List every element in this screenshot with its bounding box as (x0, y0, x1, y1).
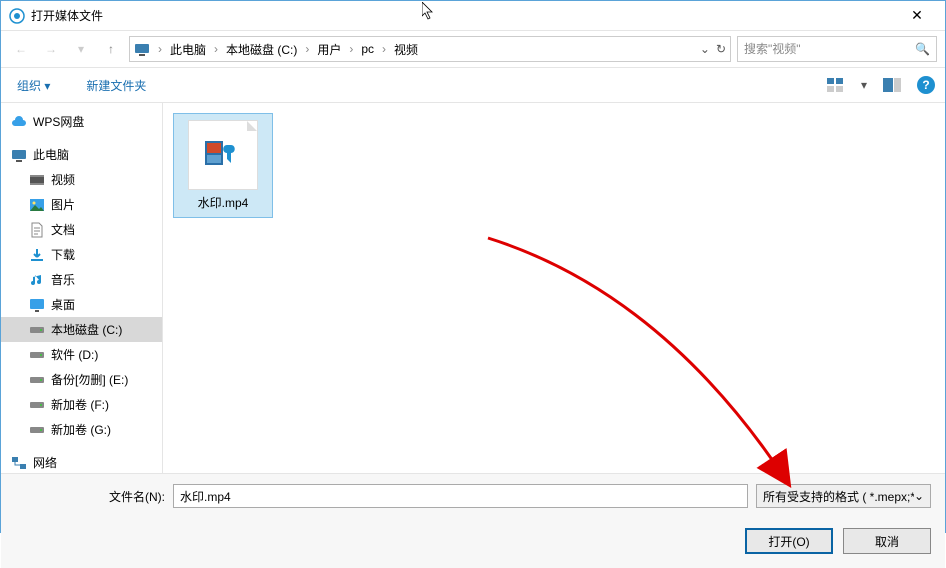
annotation-arrow-icon (483, 233, 803, 493)
sidebar-label: 图片 (51, 196, 75, 213)
sidebar-label: 文档 (51, 221, 75, 238)
breadcrumb-item[interactable]: 本地磁盘 (C:) (222, 39, 301, 60)
cursor-icon (422, 2, 436, 20)
document-icon (29, 222, 45, 238)
search-box[interactable]: 🔍 (737, 36, 937, 62)
sidebar-item[interactable]: 新加卷 (F:) (1, 392, 162, 417)
sidebar-item[interactable]: 下载 (1, 242, 162, 267)
search-input[interactable] (744, 42, 915, 56)
breadcrumb-dropdown-icon[interactable]: ⌄ (700, 42, 710, 56)
preview-pane-button[interactable] (883, 78, 901, 92)
network-icon (11, 455, 27, 471)
chevron-down-icon[interactable]: ▾ (861, 78, 867, 92)
sidebar-item[interactable]: 音乐 (1, 267, 162, 292)
navbar: ← → ▾ ↑ › 此电脑 › 本地磁盘 (C:) › 用户 › pc › 视频… (1, 31, 945, 67)
sidebar-item-network[interactable]: 网络 (1, 450, 162, 473)
file-area[interactable]: 水印.mp4 (163, 103, 945, 473)
drive-icon (29, 397, 45, 413)
sidebar-item[interactable]: 桌面 (1, 292, 162, 317)
breadcrumb-item[interactable]: 视频 (390, 39, 422, 60)
close-button[interactable]: ✕ (897, 7, 937, 24)
nav-up-button[interactable]: ↑ (99, 37, 123, 61)
sidebar-label: 桌面 (51, 296, 75, 313)
sidebar-item[interactable]: 备份[勿删] (E:) (1, 367, 162, 392)
cancel-button[interactable]: 取消 (843, 528, 931, 554)
filename-input[interactable] (173, 484, 748, 508)
app-icon (9, 8, 25, 24)
footer: 文件名(N): 所有受支持的格式 ( *.mepx;*. ⌄ 打开(O) 取消 (1, 473, 945, 568)
sidebar-item[interactable]: 视频 (1, 167, 162, 192)
nav-back-button[interactable]: ← (9, 37, 33, 61)
drive-icon (29, 347, 45, 363)
sidebar-item-wps[interactable]: WPS网盘 (1, 109, 162, 134)
sidebar-item-thispc[interactable]: 此电脑 (1, 142, 162, 167)
help-icon[interactable]: ? (917, 76, 935, 94)
drive-icon (29, 322, 45, 338)
desktop-icon (29, 297, 45, 313)
organize-button[interactable]: 组织 ▾ (11, 73, 56, 98)
breadcrumb[interactable]: › 此电脑 › 本地磁盘 (C:) › 用户 › pc › 视频 ⌄ ↻ (129, 36, 731, 62)
file-name: 水印.mp4 (180, 194, 266, 211)
drive-icon (29, 372, 45, 388)
music-icon (29, 272, 45, 288)
open-button[interactable]: 打开(O) (745, 528, 833, 554)
chevron-down-icon: ⌄ (914, 489, 924, 503)
sidebar-item[interactable]: 文档 (1, 217, 162, 242)
toolbar: 组织 ▾ 新建文件夹 ▾ ? (1, 67, 945, 103)
search-icon[interactable]: 🔍 (915, 42, 930, 56)
nav-recent-dropdown[interactable]: ▾ (69, 37, 93, 61)
sidebar: WPS网盘 此电脑 视频图片文档下载音乐桌面本地磁盘 (C:) 软件 (D:) 备份… (1, 103, 163, 473)
titlebar: 打开媒体文件 ✕ (1, 1, 945, 31)
sidebar-label: 网络 (33, 454, 57, 471)
download-icon (29, 247, 45, 263)
sidebar-item[interactable]: 新加卷 (G:) (1, 417, 162, 442)
sidebar-item[interactable]: 图片 (1, 192, 162, 217)
chevron-right-icon: › (347, 42, 355, 56)
sidebar-label: 此电脑 (33, 146, 69, 163)
body: WPS网盘 此电脑 视频图片文档下载音乐桌面本地磁盘 (C:) 软件 (D:) 备份… (1, 103, 945, 473)
file-filter-dropdown[interactable]: 所有受支持的格式 ( *.mepx;*. ⌄ (756, 484, 931, 508)
sidebar-label: 音乐 (51, 271, 75, 288)
sidebar-label: 软件 (D:) (51, 346, 98, 363)
drive-icon (29, 422, 45, 438)
pc-icon (134, 41, 150, 57)
video-icon (29, 172, 45, 188)
file-thumbnail (188, 120, 258, 190)
new-folder-button[interactable]: 新建文件夹 (80, 73, 152, 98)
sidebar-label: WPS网盘 (33, 113, 84, 130)
picture-icon (29, 197, 45, 213)
sidebar-label: 新加卷 (G:) (51, 421, 111, 438)
cloud-icon (11, 114, 27, 130)
view-mode-button[interactable] (827, 78, 845, 92)
sidebar-label: 本地磁盘 (C:) (51, 321, 122, 338)
filename-label: 文件名(N): (15, 488, 165, 505)
sidebar-label: 备份[勿删] (E:) (51, 371, 128, 388)
sidebar-label: 下载 (51, 246, 75, 263)
breadcrumb-item[interactable]: 用户 (313, 39, 345, 60)
nav-forward-button[interactable]: → (39, 37, 63, 61)
sidebar-item[interactable]: 软件 (D:) (1, 342, 162, 367)
breadcrumb-item[interactable]: pc (357, 40, 378, 58)
chevron-right-icon: › (156, 42, 164, 56)
breadcrumb-item[interactable]: 此电脑 (166, 39, 210, 60)
chevron-right-icon: › (380, 42, 388, 56)
sidebar-item[interactable]: 本地磁盘 (C:) (1, 317, 162, 342)
file-tile[interactable]: 水印.mp4 (173, 113, 273, 218)
chevron-right-icon: › (212, 42, 220, 56)
sidebar-label: 新加卷 (F:) (51, 396, 109, 413)
pc-icon (11, 147, 27, 163)
chevron-down-icon: ▾ (44, 79, 50, 93)
refresh-icon[interactable]: ↻ (716, 42, 726, 56)
window-title: 打开媒体文件 (31, 7, 897, 24)
sidebar-label: 视频 (51, 171, 75, 188)
chevron-right-icon: › (303, 42, 311, 56)
